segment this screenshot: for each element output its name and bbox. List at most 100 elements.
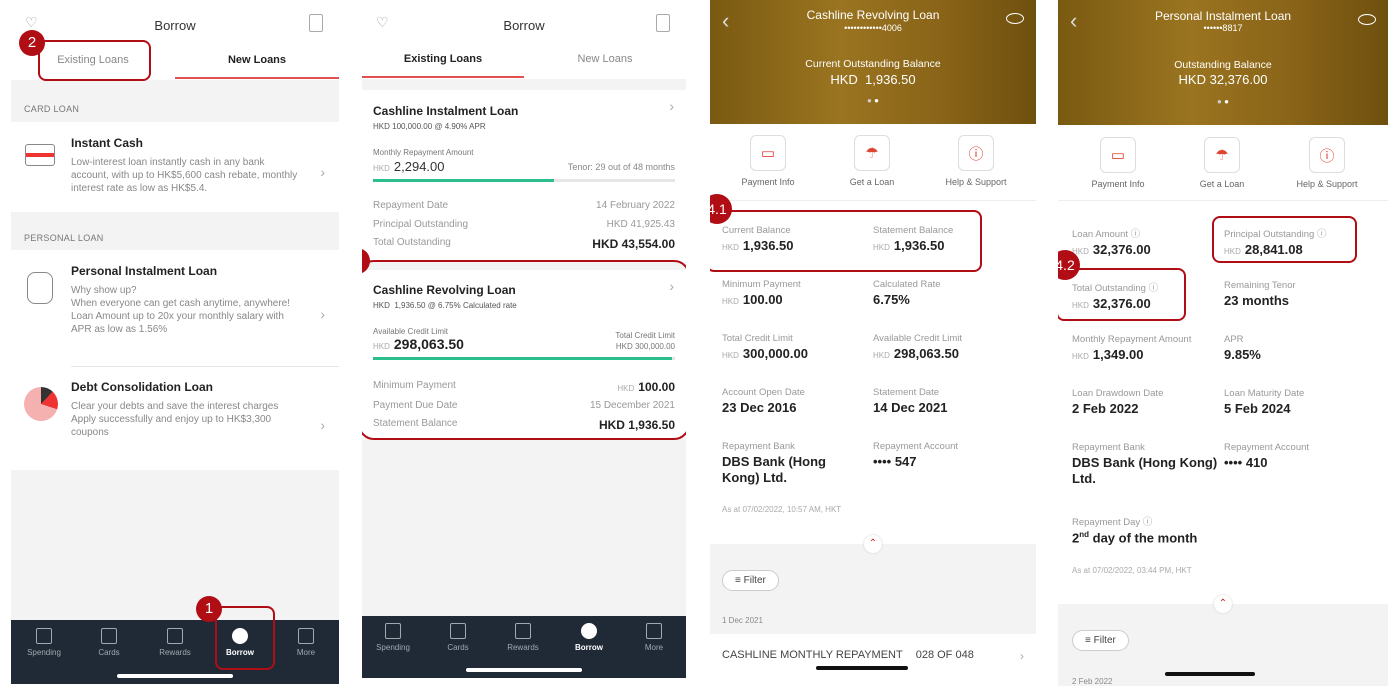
personal-loan-list: Personal Instalment Loan Why show up? Wh… [11, 250, 339, 470]
payment-info-button[interactable]: ▭ Payment Info [1073, 137, 1163, 189]
annotation-badge-1: 1 [196, 596, 222, 622]
nav-label: Rewards [159, 648, 191, 657]
tab-new-loans[interactable]: New Loans [175, 54, 339, 66]
detail-field: Monthly Repayment Amount HKD 1,349.00 [1072, 334, 1218, 365]
info-icon[interactable]: ⓘ [1131, 229, 1141, 240]
field-label: Repayment Account [1224, 442, 1370, 453]
bottom-nav: Spending Cards Rewards Borrow More [362, 616, 686, 678]
gift-icon [167, 628, 183, 644]
cash-card-icon [25, 144, 55, 166]
get-a-loan-button[interactable]: ☂ Get a Loan [827, 135, 917, 187]
field-label: Available Credit Limit [873, 333, 1018, 344]
collapse-up-icon[interactable]: ⌃ [1214, 595, 1232, 613]
detail-field: Repayment Bank DBS Bank (Hong Kong) Ltd. [1072, 442, 1218, 487]
chevron-right-icon: › [320, 417, 325, 433]
transaction-date: 2 Feb 2022 [1072, 677, 1113, 686]
nav-label: More [296, 648, 316, 657]
nav-borrow[interactable]: Borrow [559, 623, 619, 652]
value-text: 23 months [1224, 293, 1290, 308]
nav-more[interactable]: More [276, 628, 336, 657]
filter-button[interactable]: ≡ Filter [722, 570, 779, 591]
filter-button[interactable]: ≡ Filter [1072, 630, 1129, 651]
get-a-loan-button[interactable]: ☂ Get a Loan [1177, 137, 1267, 189]
tenor-progress-bar [373, 179, 675, 182]
info-icon[interactable]: ⓘ [1143, 517, 1153, 528]
personal-instalment-detail-screen: ‹ Personal Instalment Loan ••••••8817 Ou… [1058, 0, 1388, 686]
value-text: 32,376.00 [1092, 242, 1151, 257]
info-icon: ⓘ [958, 135, 994, 171]
home-indicator [117, 674, 233, 678]
divider [1058, 200, 1388, 201]
detail-field: Loan Maturity Date 5 Feb 2024 [1224, 388, 1370, 417]
collapse-up-icon[interactable]: ⌃ [864, 535, 882, 553]
page-dots: ● ● [1217, 97, 1229, 106]
detail-field: Remaining Tenor 23 months [1224, 280, 1370, 309]
account-title: Cashline Revolving Loan [806, 8, 940, 22]
eye-icon[interactable] [1006, 13, 1024, 24]
receipt-icon [385, 623, 401, 639]
field-value: 5 Feb 2024 [1224, 401, 1370, 417]
row-value: HKD 43,554.00 [592, 237, 675, 251]
nav-spending[interactable]: Spending [363, 623, 423, 652]
nav-cards[interactable]: Cards [428, 623, 488, 652]
field-value: 14 Dec 2021 [873, 400, 1018, 416]
action-label: Get a Loan [1199, 179, 1245, 189]
active-tab-indicator [175, 77, 339, 79]
as-at-timestamp: As at 07/02/2022, 03:44 PM, HKT [1072, 566, 1192, 575]
nav-cards[interactable]: Cards [79, 628, 139, 657]
chevron-right-icon: › [1020, 649, 1024, 663]
nav-label: More [644, 643, 664, 652]
field-value: •••• 547 [873, 454, 1018, 470]
nav-rewards[interactable]: Rewards [145, 628, 205, 657]
annotation-box-4-1 [710, 210, 982, 272]
field-value: HKD 298,063.50 [873, 346, 1018, 364]
label-text: Remaining Tenor [1224, 280, 1296, 291]
section-card-loan: CARD LOAN [24, 104, 80, 114]
transaction-row[interactable]: CASHLINE MONTHLY REPAYMENT 028 OF 048 › [722, 649, 1024, 663]
product-debt-consolidation-loan[interactable]: Debt Consolidation Loan Clear your debts… [11, 367, 339, 467]
field-value: DBS Bank (Hong Kong) Ltd. [722, 454, 867, 486]
loan-card-cashline-instalment[interactable]: Cashline Instalment Loan HKD 100,000.00 … [362, 90, 686, 262]
day-suffix: nd [1079, 530, 1090, 539]
detail-field: APR 9.85% [1224, 334, 1370, 363]
tab-existing-loans[interactable]: Existing Loans [362, 53, 524, 65]
product-personal-instalment-loan[interactable]: Personal Instalment Loan Why show up? Wh… [11, 250, 339, 366]
field-value: •••• 410 [1224, 455, 1370, 471]
field-label: Repayment Bank [722, 441, 867, 452]
help-support-button[interactable]: ⓘ Help & Support [1282, 137, 1372, 189]
calculator-icon[interactable] [309, 14, 323, 32]
detail-field: Available Credit Limit HKD 298,063.50 [873, 333, 1018, 364]
transaction-instalment: 028 OF 048 [915, 649, 974, 661]
value-text: 298,063.50 [893, 346, 959, 361]
grid-icon [298, 628, 314, 644]
money-icon: ▭ [750, 135, 786, 171]
calculator-icon[interactable] [656, 14, 670, 32]
borrow-icon: ☂ [1204, 137, 1240, 173]
label-text: Loan Maturity Date [1224, 388, 1305, 399]
field-value: 23 Dec 2016 [722, 400, 867, 416]
label-text: Repayment Account [1224, 442, 1310, 453]
payment-info-button[interactable]: ▭ Payment Info [723, 135, 813, 187]
currency: HKD [873, 351, 890, 360]
action-label: Payment Info [1091, 179, 1145, 189]
value-text: DBS Bank (Hong Kong) Ltd. [722, 454, 826, 485]
nav-more[interactable]: More [624, 623, 684, 652]
row-label: Repayment Date [373, 200, 449, 211]
product-instant-cash[interactable]: Instant Cash Low-interest loan instantly… [11, 122, 339, 212]
field-value: HKD 300,000.00 [722, 346, 867, 364]
account-header: ‹ Cashline Revolving Loan ••••••••••••40… [710, 0, 1036, 124]
amount: 2,294.00 [393, 159, 445, 174]
eye-icon[interactable] [1358, 14, 1376, 25]
nav-spending[interactable]: Spending [14, 628, 74, 657]
tab-new-loans[interactable]: New Loans [524, 53, 686, 65]
label-text: Repayment Account [873, 441, 959, 452]
tenor-text: Tenor: 29 out of 48 months [567, 162, 675, 172]
nav-rewards[interactable]: Rewards [493, 623, 553, 652]
row-repayment-date: Repayment Date 14 February 2022 [373, 200, 675, 211]
field-label: Calculated Rate [873, 279, 1018, 290]
row-label: Total Outstanding [373, 237, 451, 248]
field-value: HKD 32,376.00 [1072, 242, 1218, 260]
chevron-right-icon: › [669, 98, 674, 114]
label-text: Repayment Bank [722, 441, 795, 452]
help-support-button[interactable]: ⓘ Help & Support [931, 135, 1021, 187]
